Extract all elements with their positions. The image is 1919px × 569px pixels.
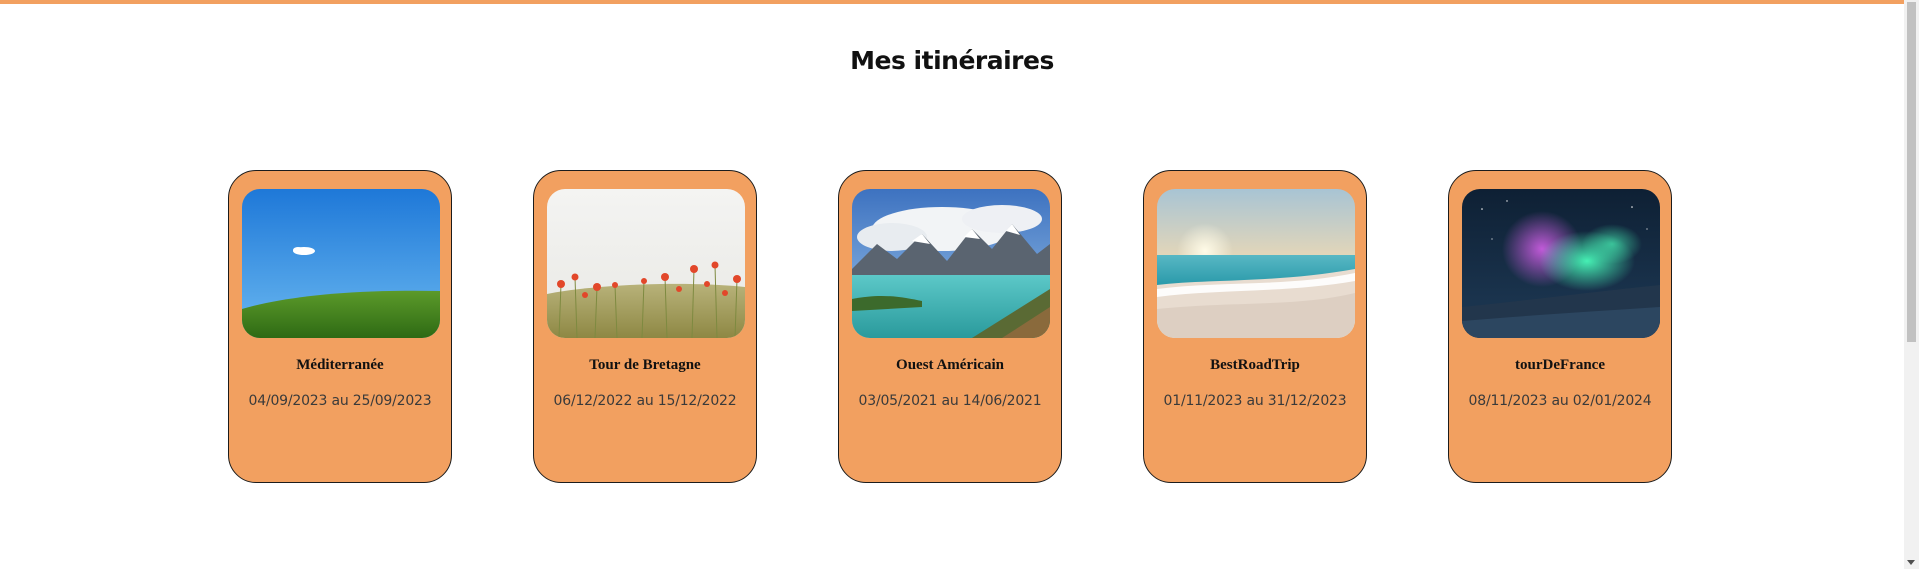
itinerary-dates: 04/09/2023 au 25/09/2023 [248,393,432,409]
itinerary-dates: 08/11/2023 au 02/01/2024 [1468,393,1652,409]
itinerary-name: Ouest Américain [896,357,1004,373]
itinerary-dates: 01/11/2023 au 31/12/2023 [1163,393,1347,409]
itinerary-dates: 06/12/2022 au 15/12/2022 [553,393,737,409]
itinerary-image [1157,189,1355,338]
itinerary-image [852,189,1050,338]
itinerary-list: Méditerranée 04/09/2023 au 25/09/2023 To… [228,170,1672,483]
vertical-scrollbar[interactable] [1904,0,1919,569]
itinerary-name: tourDeFrance [1515,357,1605,373]
itinerary-image [242,189,440,338]
top-accent-bar [0,0,1904,4]
itinerary-dates: 03/05/2021 au 14/06/2021 [858,393,1042,409]
itinerary-image [547,189,745,338]
scrollbar-thumb[interactable] [1907,2,1916,342]
itinerary-name: BestRoadTrip [1210,357,1300,373]
itinerary-image [1462,189,1660,338]
itinerary-card[interactable]: tourDeFrance 08/11/2023 au 02/01/2024 [1448,170,1672,483]
page: Mes itinéraires Méditerranée 04/09/2023 … [0,0,1919,569]
itinerary-card[interactable]: Méditerranée 04/09/2023 au 25/09/2023 [228,170,452,483]
itinerary-card[interactable]: BestRoadTrip 01/11/2023 au 31/12/2023 [1143,170,1367,483]
scroll-down-arrow-icon[interactable] [1907,560,1915,565]
itinerary-name: Tour de Bretagne [589,357,701,373]
itinerary-card[interactable]: Tour de Bretagne 06/12/2022 au 15/12/202… [533,170,757,483]
page-title: Mes itinéraires [850,46,1054,75]
itinerary-card[interactable]: Ouest Américain 03/05/2021 au 14/06/2021 [838,170,1062,483]
itinerary-name: Méditerranée [296,357,384,373]
